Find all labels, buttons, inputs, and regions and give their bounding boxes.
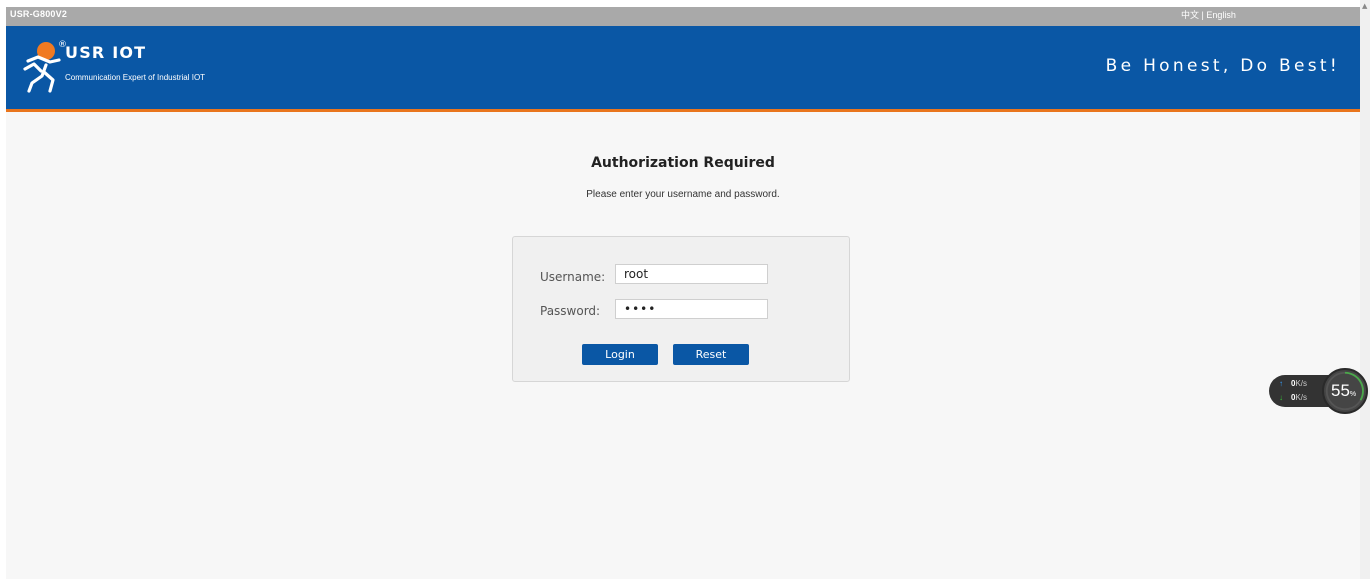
usage-percent-value: 55 xyxy=(1331,381,1350,400)
arrow-down-icon: ↓ xyxy=(1279,393,1283,402)
lang-chinese-link[interactable]: 中文 xyxy=(1181,10,1199,20)
username-input[interactable] xyxy=(615,264,768,284)
upload-speed: ↑ 0K/s xyxy=(1279,379,1307,388)
language-switcher: 中文 | English xyxy=(1181,8,1236,21)
slogan: Be Honest, Do Best! xyxy=(1105,56,1340,76)
password-input[interactable] xyxy=(615,299,768,319)
password-label: Password: xyxy=(540,304,601,318)
top-strip: USR-G800V2 中文 | English xyxy=(6,7,1360,26)
scroll-up-arrow-icon[interactable]: ▲ xyxy=(1362,2,1367,10)
page-description: Please enter your username and password. xyxy=(586,189,780,200)
download-unit: K/s xyxy=(1295,393,1308,402)
reset-button[interactable]: Reset xyxy=(673,344,749,365)
usage-percent-unit: % xyxy=(1349,391,1357,398)
page: USR-G800V2 中文 | English ® USR IOT Commun… xyxy=(6,7,1360,579)
usage-percent: 55% xyxy=(1331,381,1356,401)
login-form: Username: Password: Login Reset xyxy=(512,236,850,382)
username-label: Username: xyxy=(540,270,606,284)
arrow-up-icon: ↑ xyxy=(1279,379,1283,388)
header-accent-line xyxy=(6,109,1360,112)
device-model: USR-G800V2 xyxy=(10,9,68,19)
lang-english-link[interactable]: English xyxy=(1206,10,1236,20)
usr-iot-logo-icon: ® xyxy=(23,40,67,93)
brand-name: USR IOT xyxy=(65,43,147,62)
header-banner: ® USR IOT Communication Expert of Indust… xyxy=(6,26,1360,109)
download-speed: ↓ 0K/s xyxy=(1279,393,1307,402)
login-button[interactable]: Login xyxy=(582,344,658,365)
vertical-scrollbar[interactable] xyxy=(1360,0,1370,579)
upload-unit: K/s xyxy=(1295,379,1308,388)
brand-subtitle: Communication Expert of Industrial IOT xyxy=(65,73,206,82)
page-title: Authorization Required xyxy=(591,155,775,171)
